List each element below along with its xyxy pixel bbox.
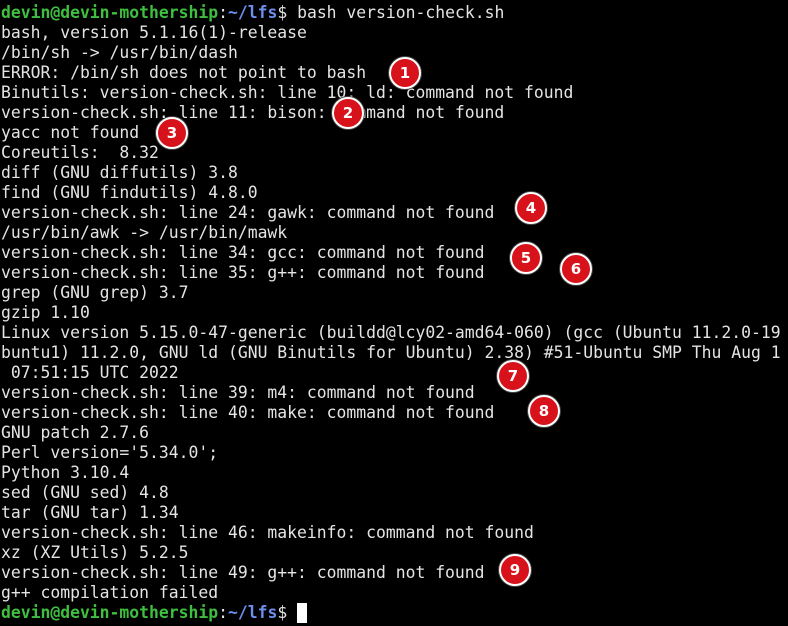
- command-text: bash version-check.sh: [297, 3, 505, 22]
- output-line: gzip 1.10: [1, 303, 90, 322]
- prompt-user-host: devin@devin-mothership: [1, 3, 219, 22]
- output-line: /bin/sh -> /usr/bin/dash: [1, 43, 238, 62]
- annotation-badge-5: 5: [510, 242, 542, 274]
- output-line: Perl version='5.34.0';: [1, 443, 219, 462]
- prompt-sign: $: [277, 3, 298, 22]
- output-line: 07:51:15 UTC 2022: [1, 363, 179, 382]
- output-line: version-check.sh: line 46: makeinfo: com…: [1, 523, 534, 542]
- output-line: bash, version 5.1.16(1)-release: [1, 23, 307, 42]
- output-line: ERROR: /bin/sh does not point to bash: [1, 63, 367, 82]
- output-line: find (GNU findutils) 4.8.0: [1, 183, 258, 202]
- annotation-badge-7: 7: [497, 360, 529, 392]
- output-line: g++ compilation failed: [1, 583, 219, 602]
- output-line: Python 3.10.4: [1, 463, 130, 482]
- annotation-badge-4: 4: [515, 192, 547, 224]
- prompt-line-active[interactable]: devin@devin-mothership:~/lfs$: [1, 603, 308, 623]
- terminal-window[interactable]: devin@devin-mothership:~/lfs$ bash versi…: [0, 0, 788, 626]
- prompt-path: ~/lfs: [227, 603, 278, 622]
- output-line: version-check.sh: line 24: gawk: command…: [1, 203, 495, 222]
- annotation-badge-9: 9: [499, 554, 531, 586]
- prompt-path: ~/lfs: [227, 3, 278, 22]
- output-line: yacc not found: [1, 123, 140, 142]
- annotation-badge-2: 2: [332, 97, 364, 129]
- output-line: version-check.sh: line 40: make: command…: [1, 403, 495, 422]
- output-line: GNU patch 2.7.6: [1, 423, 150, 442]
- output-line: Binutils: version-check.sh: line 10: ld:…: [1, 83, 574, 102]
- prompt-colon: :: [218, 603, 228, 622]
- output-line: version-check.sh: line 35: g++: command …: [1, 263, 485, 282]
- annotation-badge-1: 1: [389, 57, 421, 89]
- output-line: version-check.sh: line 49: g++: command …: [1, 563, 485, 582]
- output-line: version-check.sh: line 39: m4: command n…: [1, 383, 475, 402]
- output-line: /usr/bin/awk -> /usr/bin/mawk: [1, 223, 288, 242]
- output-line: Coreutils: 8.32: [1, 143, 159, 162]
- output-line: version-check.sh: line 34: gcc: command …: [1, 243, 485, 262]
- prompt-line-command: devin@devin-mothership:~/lfs$ bash versi…: [1, 3, 504, 23]
- cursor-block[interactable]: [297, 603, 308, 623]
- annotation-badge-8: 8: [528, 395, 560, 427]
- prompt-sign: $: [277, 603, 298, 622]
- output-line: sed (GNU sed) 4.8: [1, 483, 169, 502]
- output-line: xz (XZ Utils) 5.2.5: [1, 543, 189, 562]
- prompt-colon: :: [218, 3, 228, 22]
- output-line: version-check.sh: line 11: bison: comman…: [1, 103, 505, 122]
- prompt-user-host: devin@devin-mothership: [1, 603, 219, 622]
- annotation-badge-3: 3: [156, 117, 188, 149]
- output-line: Linux version 5.15.0-47-generic (buildd@…: [1, 323, 781, 342]
- output-line: diff (GNU diffutils) 3.8: [1, 163, 238, 182]
- output-line: tar (GNU tar) 1.34: [1, 503, 179, 522]
- annotation-badge-6: 6: [560, 253, 592, 285]
- output-line: grep (GNU grep) 3.7: [1, 283, 189, 302]
- output-line: buntu1) 11.2.0, GNU ld (GNU Binutils for…: [1, 343, 781, 362]
